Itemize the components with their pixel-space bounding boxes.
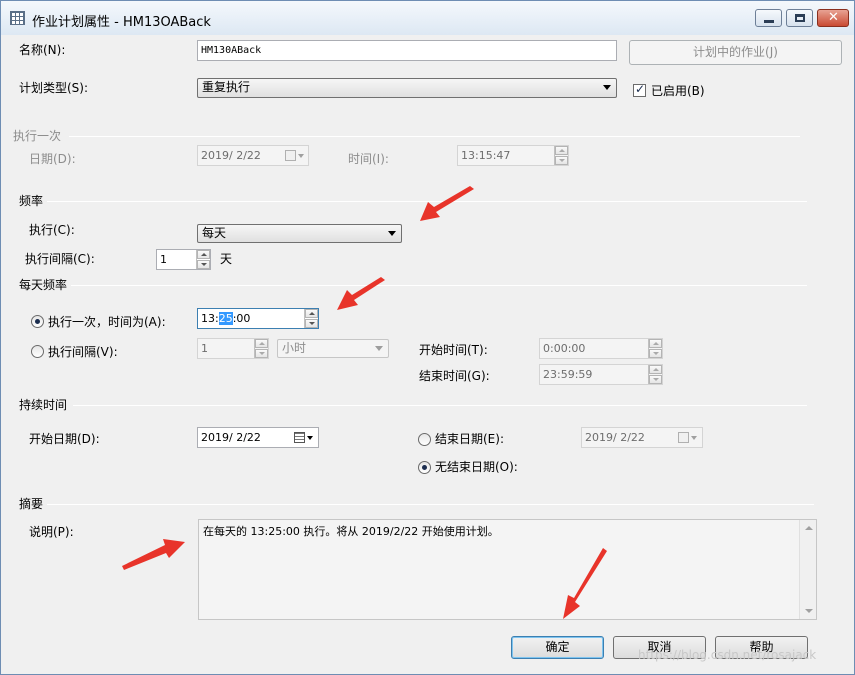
annotation-arrows [122,186,607,619]
annotation-arrow [420,186,474,221]
annotation-arrow [337,277,385,310]
annotation-arrow [563,548,607,619]
annotation-arrow [122,539,185,570]
